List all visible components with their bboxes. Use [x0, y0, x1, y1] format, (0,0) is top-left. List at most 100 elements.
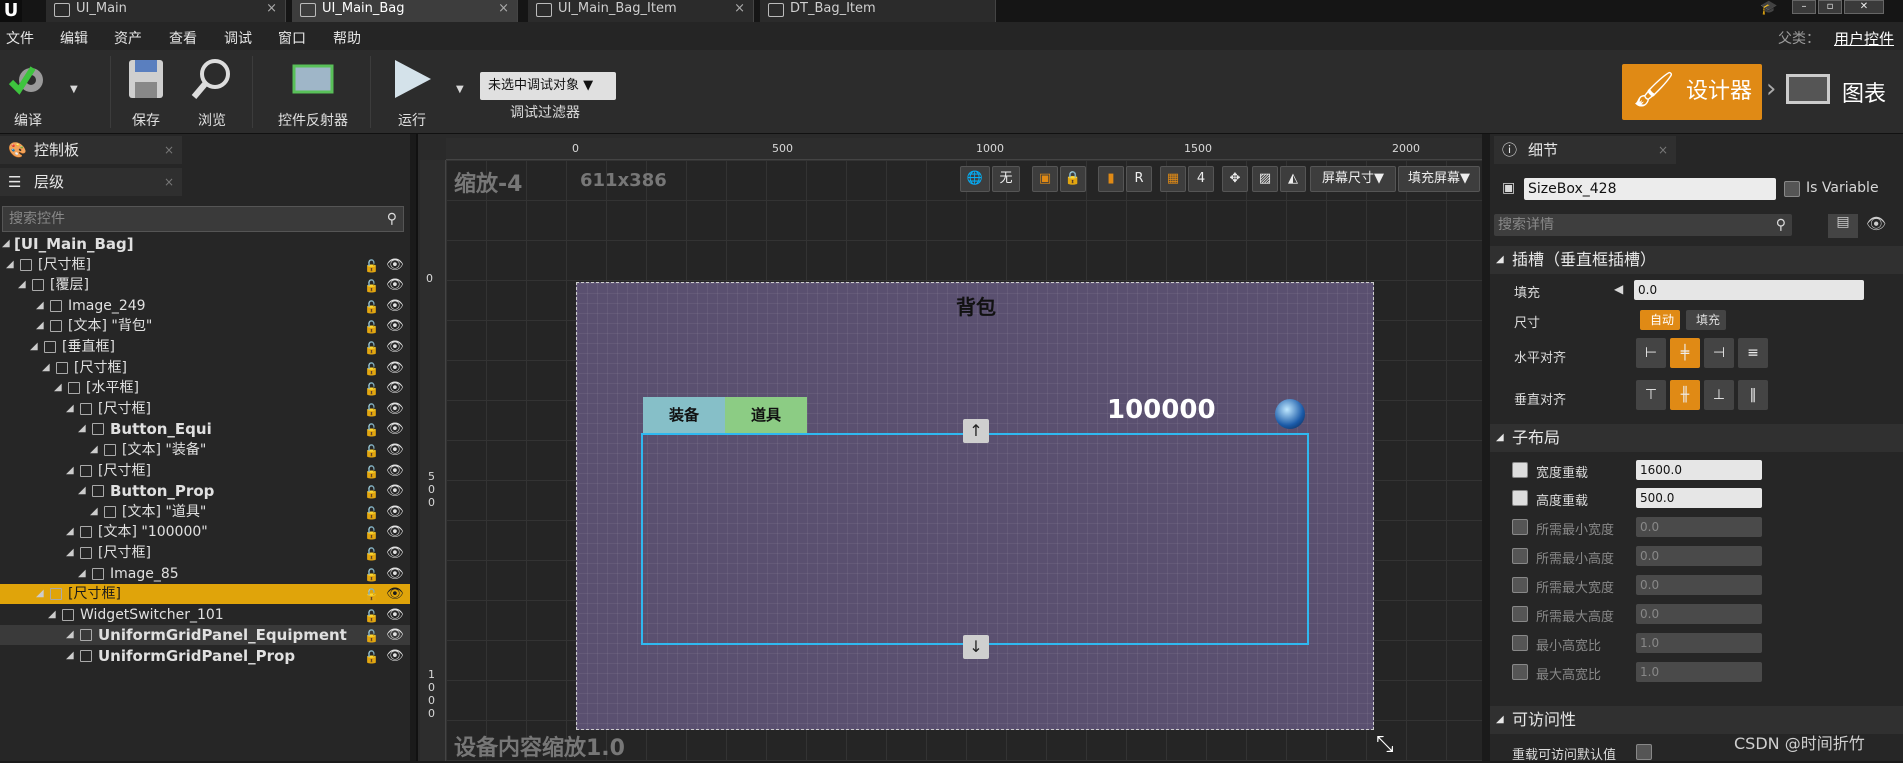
maximize-button[interactable]: ▫ — [1818, 0, 1842, 14]
close-icon[interactable]: × — [164, 136, 174, 164]
menu-file[interactable]: 文件 — [6, 28, 34, 48]
eye-icon[interactable]: 👁 — [386, 543, 404, 563]
expand-icon[interactable]: ◢ — [66, 399, 74, 419]
lock-icon[interactable]: 🔓 — [364, 359, 379, 379]
align-left-icon[interactable]: ⊢ — [1636, 338, 1666, 368]
eye-icon[interactable]: 👁 — [386, 502, 404, 522]
tree-row[interactable]: ◢ [尺寸框] 🔓 👁 — [0, 543, 410, 563]
prop-tab-button[interactable]: 道具 — [725, 397, 807, 433]
background-image-icon[interactable]: ▨ — [1252, 166, 1278, 192]
lock-icon[interactable]: 🔒 — [1060, 166, 1086, 192]
move-icon[interactable]: ✥ — [1222, 166, 1248, 192]
expand-icon[interactable]: ◢ — [90, 440, 98, 460]
reset-icon[interactable]: ◀ — [1614, 282, 1623, 296]
lock-icon[interactable]: 🔓 — [364, 276, 379, 296]
slot-section-header[interactable]: ◢ 插槽（垂直框插槽） — [1490, 246, 1903, 274]
expand-icon[interactable]: ◢ — [36, 316, 44, 336]
lock-icon[interactable]: 🔓 — [364, 256, 379, 276]
max-aspect-checkbox[interactable] — [1512, 664, 1528, 680]
details-tab[interactable]: ⓘ 细节 × — [1494, 136, 1676, 164]
lock-icon[interactable]: 🔓 — [364, 565, 379, 585]
width-override-checkbox[interactable] — [1512, 462, 1528, 478]
resize-handle-icon[interactable]: ⤡ — [1376, 732, 1394, 757]
tree-row[interactable]: ◢ UniformGridPanel_Equipment 🔓 👁 — [0, 625, 410, 646]
size-fill-button[interactable]: 填充 — [1686, 310, 1726, 330]
arrow-up-icon[interactable]: ↑ — [963, 419, 989, 443]
tree-row[interactable]: [UI_Main_Bag] ◢ — [0, 234, 410, 254]
lock-icon[interactable]: 🔓 — [364, 317, 379, 337]
size-auto-button[interactable]: 自动 — [1640, 310, 1680, 330]
tree-row[interactable]: ◢ [文本] "道具" 🔓 👁 — [0, 502, 410, 522]
tree-row[interactable]: ◢ [垂直框] 🔓 👁 — [0, 337, 410, 357]
run-button[interactable]: 运行 — [384, 56, 440, 130]
max-desired-height-input[interactable]: 0.0 — [1636, 604, 1762, 624]
lock-icon[interactable]: 🔓 — [364, 400, 379, 420]
parent-class-link[interactable]: 用户控件 — [1834, 28, 1894, 49]
eye-icon[interactable]: 👁 — [386, 399, 404, 419]
align-fill-v-icon[interactable]: ‖ — [1738, 380, 1768, 410]
chevron-down-icon[interactable]: ▼ — [456, 84, 464, 95]
eye-icon[interactable]: 👁 — [1866, 214, 1886, 233]
widget-name-input[interactable]: SizeBox_428 — [1524, 178, 1776, 200]
close-icon[interactable]: × — [1658, 136, 1668, 164]
is-variable-checkbox[interactable] — [1784, 181, 1800, 197]
eye-icon[interactable]: 👁 — [386, 275, 404, 295]
width-override-input[interactable]: 1600.0 — [1636, 460, 1762, 480]
expand-icon[interactable]: ◢ — [66, 522, 74, 542]
eye-icon[interactable]: 👁 — [386, 419, 404, 439]
tab-ui-main-bag[interactable]: UI_Main_Bag × — [292, 0, 518, 22]
designer-mode-button[interactable]: 🖌 设计器 — [1622, 64, 1762, 120]
lock-icon[interactable]: 🔓 — [364, 420, 379, 440]
eye-icon[interactable]: 👁 — [386, 316, 404, 336]
eye-icon[interactable]: 👁 — [386, 358, 404, 378]
min-desired-height-checkbox[interactable] — [1512, 548, 1528, 564]
eye-icon[interactable]: 👁 — [386, 481, 404, 501]
screen-size-select[interactable]: 屏幕尺寸▼ — [1310, 166, 1396, 192]
eye-icon[interactable]: 👁 — [386, 605, 404, 625]
tree-row[interactable]: ◢ [尺寸框] 🔓 👁 — [0, 584, 410, 605]
transform-mode-icon[interactable]: ▮ — [1098, 166, 1124, 192]
override-accessibility-checkbox[interactable] — [1636, 744, 1652, 760]
outline-toggle-icon[interactable]: ▣ — [1032, 166, 1058, 192]
max-desired-width-checkbox[interactable] — [1512, 577, 1528, 593]
tree-row[interactable]: ◢ Image_249 🔓 👁 — [0, 296, 410, 316]
lock-icon[interactable]: 🔓 — [364, 462, 379, 482]
expand-icon[interactable]: ◢ — [66, 625, 74, 645]
menu-help[interactable]: 帮助 — [333, 28, 361, 48]
min-aspect-checkbox[interactable] — [1512, 635, 1528, 651]
arrow-down-icon[interactable]: ↓ — [963, 635, 989, 659]
expand-icon[interactable]: ◢ — [90, 502, 98, 522]
eye-icon[interactable]: 👁 — [386, 522, 404, 542]
eye-icon[interactable]: 👁 — [386, 564, 404, 584]
tree-row[interactable]: ◢ [文本] "100000" 🔓 👁 — [0, 522, 410, 542]
tab-ui-main[interactable]: UI_Main × — [46, 0, 286, 22]
tree-row[interactable]: ◢ UniformGridPanel_Prop 🔓 👁 — [0, 646, 410, 666]
expand-icon[interactable]: ◢ — [78, 419, 86, 439]
child-layout-section-header[interactable]: ◢ 子布局 — [1490, 424, 1903, 452]
height-override-input[interactable]: 500.0 — [1636, 488, 1762, 508]
close-icon[interactable]: × — [164, 168, 174, 196]
menu-edit[interactable]: 编辑 — [60, 28, 88, 48]
search-widgets-input[interactable]: 搜索控件 ⚲ — [2, 206, 404, 232]
expand-icon[interactable]: ◢ — [36, 584, 44, 604]
lock-icon[interactable]: 🔓 — [364, 379, 379, 399]
min-desired-height-input[interactable]: 0.0 — [1636, 546, 1762, 566]
hierarchy-tab[interactable]: ☰ 层级 × — [0, 168, 182, 196]
close-icon[interactable]: × — [266, 0, 277, 18]
menu-debug[interactable]: 调试 — [224, 28, 252, 48]
tree-row[interactable]: ◢ [文本] "背包" 🔓 👁 — [0, 316, 410, 336]
tab-ui-main-bag-item[interactable]: UI_Main_Bag_Item × — [528, 0, 754, 22]
expand-icon[interactable]: ◢ — [66, 461, 74, 481]
tree-row[interactable]: ◢ Image_85 🔓 👁 — [0, 564, 410, 584]
eye-icon[interactable]: 👁 — [386, 378, 404, 398]
expand-icon[interactable]: ◢ — [66, 543, 74, 563]
close-window-button[interactable]: ✕ — [1844, 0, 1884, 14]
tree-row[interactable]: ◢ [尺寸框] 🔓 👁 — [0, 461, 410, 481]
tree-row[interactable]: ◢ [水平框] 🔓 👁 — [0, 378, 410, 398]
lock-icon[interactable]: 🔓 — [364, 606, 379, 626]
content-size-box[interactable] — [641, 433, 1309, 645]
eye-icon[interactable]: 👁 — [386, 625, 404, 645]
align-right-icon[interactable]: ⊣ — [1704, 338, 1734, 368]
align-fill-h-icon[interactable]: ≡ — [1738, 338, 1768, 368]
menu-window[interactable]: 窗口 — [278, 28, 306, 48]
